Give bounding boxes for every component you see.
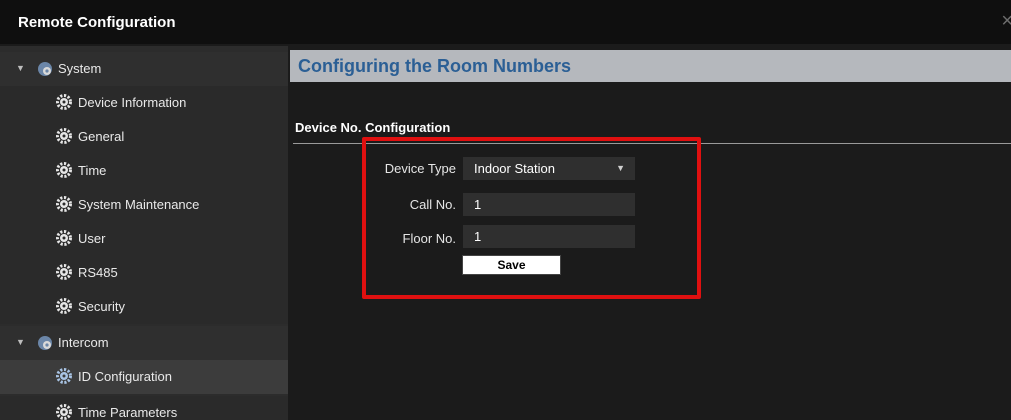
sidebar-item-label: ID Configuration — [78, 369, 172, 384]
sidebar-item-label: Security — [78, 299, 125, 314]
gear-icon — [56, 94, 72, 110]
sidebar-item-label: User — [78, 231, 106, 246]
sidebar-group-intercom[interactable]: ▼ Intercom — [0, 326, 288, 360]
section-title: Configuring the Room Numbers — [298, 56, 571, 76]
sidebar-group-label: System — [58, 61, 102, 76]
sidebar: ▼ System Device Information General Time… — [0, 46, 288, 420]
sidebar-item-time[interactable]: Time — [0, 154, 288, 188]
gear-icon — [56, 368, 72, 384]
sidebar-item-label: Device Information — [78, 95, 187, 110]
sidebar-item-label: Time — [78, 163, 107, 178]
sidebar-item-device-information[interactable]: Device Information — [0, 86, 288, 120]
sidebar-item-label: General — [78, 129, 125, 144]
gear-icon — [56, 404, 72, 420]
window-titlebar: Remote Configuration × — [0, 0, 1011, 44]
gear-icon — [56, 264, 72, 280]
sidebar-item-security[interactable]: Security — [0, 290, 288, 324]
sidebar-item-rs485[interactable]: RS485 — [0, 256, 288, 290]
sidebar-item-id-configuration[interactable]: ID Configuration — [0, 360, 288, 394]
subsection-title: Device No. Configuration — [295, 120, 451, 135]
sidebar-item-label: Time Parameters — [78, 405, 178, 420]
gear-icon — [56, 162, 72, 178]
sidebar-group-system[interactable]: ▼ System — [0, 52, 288, 86]
sidebar-item-label: RS485 — [78, 265, 118, 280]
window-title: Remote Configuration — [18, 14, 176, 31]
sidebar-item-system-maintenance[interactable]: System Maintenance — [0, 188, 288, 222]
gear-icon — [56, 128, 72, 144]
system-group-icon — [38, 62, 52, 76]
sidebar-item-time-parameters[interactable]: Time Parameters — [0, 396, 288, 420]
gear-icon — [56, 196, 72, 212]
gear-icon — [56, 298, 72, 314]
caret-down-icon[interactable]: ▼ — [16, 63, 25, 73]
caret-down-icon[interactable]: ▼ — [16, 337, 25, 347]
highlight-box — [362, 137, 701, 299]
section-header: Configuring the Room Numbers — [290, 50, 1011, 82]
sidebar-item-general[interactable]: General — [0, 120, 288, 154]
close-icon[interactable]: × — [1001, 10, 1011, 33]
sidebar-group-label: Intercom — [58, 335, 109, 350]
gear-icon — [56, 230, 72, 246]
sidebar-item-label: System Maintenance — [78, 197, 200, 212]
sidebar-item-user[interactable]: User — [0, 222, 288, 256]
intercom-group-icon — [38, 336, 52, 350]
